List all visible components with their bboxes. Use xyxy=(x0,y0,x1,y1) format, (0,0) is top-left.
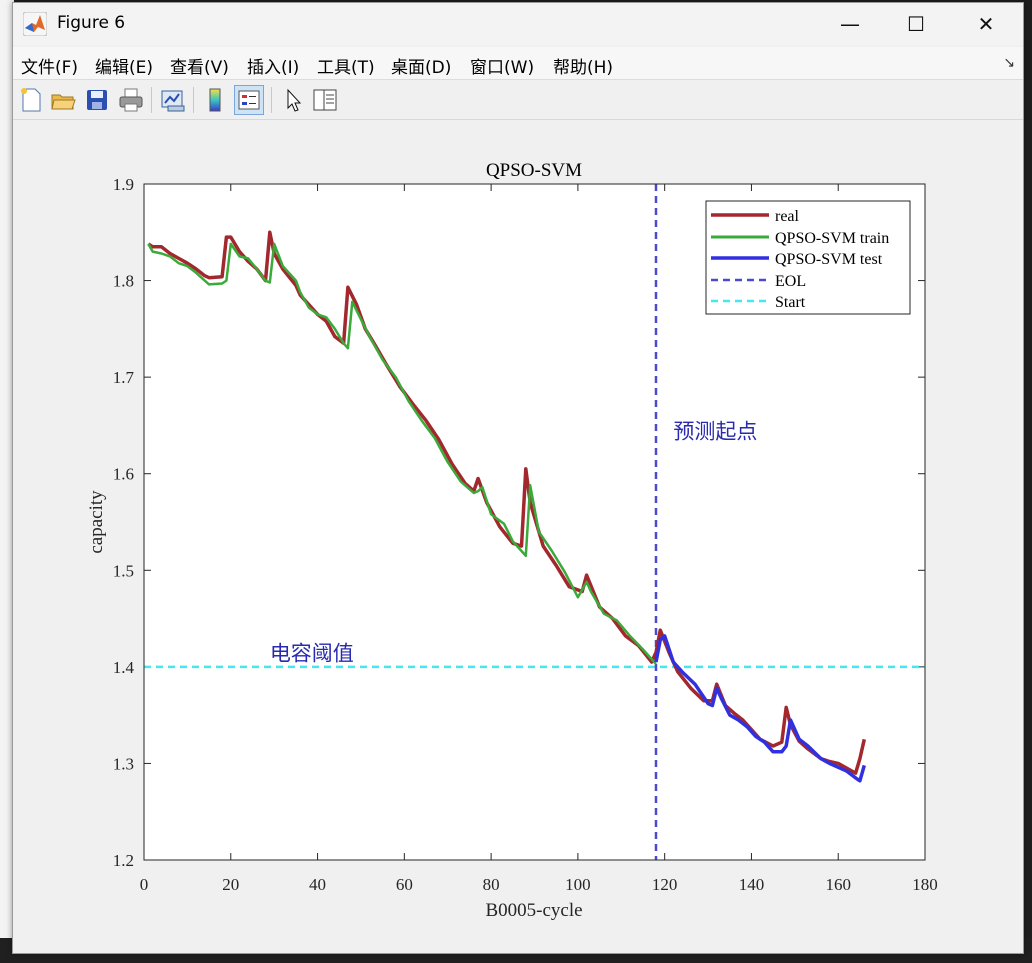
y-axis-label: capacity xyxy=(86,490,107,554)
figure-canvas: 0 20 40 60 80 100 120 140 160 180 1.2 1.3 1.4 1.5 1.6 1… xyxy=(13,120,1023,953)
toolbar-separator xyxy=(151,87,152,113)
menu-file[interactable]: 文件(F) xyxy=(21,53,78,78)
menu-desktop[interactable]: 桌面(D) xyxy=(391,53,451,78)
property-inspector-icon[interactable] xyxy=(311,86,339,114)
matlab-icon xyxy=(23,12,47,36)
x-tick-label: 20 xyxy=(222,875,239,894)
legend-label-eol: EOL xyxy=(775,273,806,290)
figure-window: Figure 6 — ☐ ✕ 文件(F) 编辑(E) 查看(V) 插入(I) 工… xyxy=(12,2,1024,954)
x-tick-label: 120 xyxy=(652,875,678,894)
toolbar xyxy=(13,81,1023,120)
y-tick-label: 1.8 xyxy=(113,272,134,291)
open-file-icon[interactable] xyxy=(49,86,77,114)
y-tick-label: 1.7 xyxy=(113,368,135,387)
menu-help[interactable]: 帮助(H) xyxy=(553,53,613,78)
x-tick-label: 180 xyxy=(912,875,938,894)
x-tick-label: 40 xyxy=(309,875,326,894)
x-axis-label: B0005-cycle xyxy=(485,900,582,921)
undock-arrow-icon[interactable]: ↘ xyxy=(1003,55,1015,71)
chart[interactable]: 0 20 40 60 80 100 120 140 160 180 1.2 1.3 1.4 1.5 1.6 1… xyxy=(13,120,1023,953)
legend-label-real: real xyxy=(775,208,800,225)
y-tick-label: 1.6 xyxy=(113,465,134,484)
legend[interactable]: real QPSO-SVM train QPSO-SVM test EOL St… xyxy=(705,200,911,315)
y-tick-label: 1.3 xyxy=(113,754,134,773)
link-plot-icon[interactable] xyxy=(159,86,187,114)
new-figure-icon[interactable] xyxy=(17,86,45,114)
threshold-annotation: 电容阈值 xyxy=(270,641,354,665)
save-icon[interactable] xyxy=(83,86,111,114)
x-tick-label: 0 xyxy=(140,875,149,894)
x-tick-label: 80 xyxy=(483,875,500,894)
legend-label-train: QPSO-SVM train xyxy=(775,230,889,247)
menu-edit[interactable]: 编辑(E) xyxy=(95,53,153,78)
close-button[interactable]: ✕ xyxy=(963,3,1009,45)
minimize-button[interactable]: — xyxy=(827,3,873,45)
y-tick-label: 1.2 xyxy=(113,851,134,870)
x-tick-label: 140 xyxy=(739,875,765,894)
toolbar-separator xyxy=(193,87,194,113)
maximize-button[interactable]: ☐ xyxy=(893,3,939,45)
menu-view[interactable]: 查看(V) xyxy=(170,53,229,78)
toolbar-separator xyxy=(271,87,272,113)
title-bar[interactable]: Figure 6 — ☐ ✕ xyxy=(13,3,1023,45)
window-title: Figure 6 xyxy=(57,13,126,33)
legend-label-test: QPSO-SVM test xyxy=(775,251,883,268)
menu-bar: 文件(F) 编辑(E) 查看(V) 插入(I) 工具(T) 桌面(D) 窗口(W… xyxy=(13,47,1023,80)
pointer-icon[interactable] xyxy=(279,86,307,114)
legend-icon[interactable] xyxy=(234,85,264,115)
menu-insert[interactable]: 插入(I) xyxy=(247,53,299,78)
x-tick-label: 60 xyxy=(396,875,413,894)
colorbar-icon[interactable] xyxy=(201,86,229,114)
legend-label-start: Start xyxy=(775,294,806,311)
print-icon[interactable] xyxy=(117,86,145,114)
menu-tools[interactable]: 工具(T) xyxy=(317,53,375,78)
y-tick-label: 1.5 xyxy=(113,561,134,580)
menu-window[interactable]: 窗口(W) xyxy=(470,53,534,78)
chart-title: QPSO-SVM xyxy=(486,160,582,181)
x-tick-label: 100 xyxy=(565,875,591,894)
y-tick-label: 1.4 xyxy=(113,658,135,677)
start-point-annotation: 预测起点 xyxy=(673,419,757,443)
y-tick-label: 1.9 xyxy=(113,175,134,194)
x-tick-label: 160 xyxy=(825,875,851,894)
